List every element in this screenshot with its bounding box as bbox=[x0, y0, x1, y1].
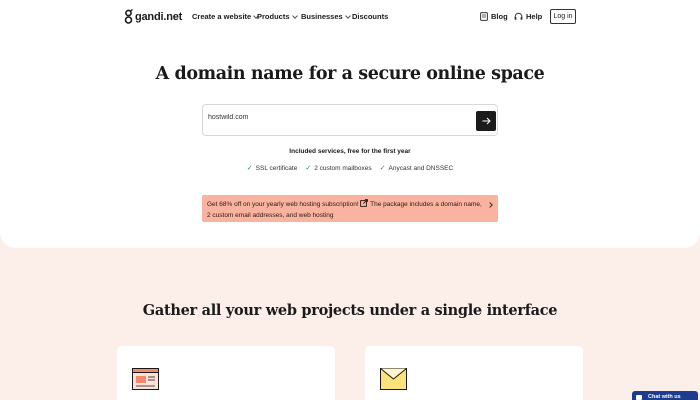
nav-create-website-label: Create a website bbox=[192, 12, 252, 21]
chevron-down-icon bbox=[344, 12, 351, 19]
external-link-icon bbox=[360, 199, 369, 207]
envelope-icon bbox=[380, 368, 407, 390]
check-icon: ✓ bbox=[305, 165, 312, 172]
nav-create-website[interactable]: Create a website bbox=[192, 12, 260, 21]
search-submit-button[interactable] bbox=[476, 111, 496, 131]
feature-card[interactable] bbox=[365, 346, 583, 400]
chat-label: Chat with us bbox=[648, 394, 681, 400]
chat-with-us-button[interactable]: Chat with us bbox=[632, 391, 698, 400]
service-item: ✓ Anycast and DNSSEC bbox=[379, 164, 454, 173]
blog-icon bbox=[480, 12, 488, 21]
nav-discounts[interactable]: Discounts bbox=[352, 12, 388, 21]
gandi-logo-icon bbox=[124, 9, 133, 24]
chat-bubble-icon bbox=[636, 394, 642, 400]
promo-headline: Get 68% off on your yearly web hosting s… bbox=[207, 201, 359, 208]
section-title: Gather all your web projects under a sin… bbox=[142, 302, 558, 319]
headset-icon bbox=[514, 12, 523, 20]
service-item: ✓ 2 custom mailboxes bbox=[305, 164, 372, 173]
help-link[interactable]: Help bbox=[514, 12, 542, 21]
page-title: A domain name for a secure online space bbox=[155, 64, 545, 84]
promo-text: Get 68% off on your yearly web hosting s… bbox=[207, 199, 483, 221]
nav-businesses[interactable]: Businesses bbox=[301, 12, 351, 21]
browser-window-icon bbox=[132, 368, 159, 390]
hero-panel: gandi.net Create a website Products Busi… bbox=[0, 0, 700, 248]
login-button[interactable]: Log in bbox=[550, 9, 576, 24]
included-services-heading: Included services, free for the first ye… bbox=[289, 148, 411, 155]
service-label: SSL certificate bbox=[255, 164, 298, 172]
logo[interactable]: gandi.net bbox=[124, 9, 182, 25]
chevron-right-icon bbox=[487, 202, 493, 208]
top-navigation: gandi.net Create a website Products Busi… bbox=[0, 0, 700, 34]
blog-label: Blog bbox=[491, 12, 508, 21]
service-label: Anycast and DNSSEC bbox=[388, 164, 454, 172]
nav-products[interactable]: Products bbox=[257, 12, 298, 21]
blog-link[interactable]: Blog bbox=[480, 12, 508, 21]
service-item: ✓ SSL certificate bbox=[246, 164, 298, 173]
service-label: 2 custom mailboxes bbox=[314, 164, 372, 172]
nav-businesses-label: Businesses bbox=[301, 12, 343, 21]
domain-search-input[interactable] bbox=[208, 114, 468, 121]
promo-banner[interactable]: Get 68% off on your yearly web hosting s… bbox=[202, 195, 498, 222]
chevron-down-icon bbox=[291, 12, 298, 19]
check-icon: ✓ bbox=[246, 165, 253, 172]
logo-text: gandi.net bbox=[135, 11, 183, 23]
arrow-right-icon bbox=[482, 117, 491, 125]
help-label: Help bbox=[526, 12, 543, 21]
nav-discounts-label: Discounts bbox=[352, 12, 389, 21]
nav-products-label: Products bbox=[257, 12, 290, 21]
feature-card[interactable] bbox=[117, 346, 335, 400]
included-services-list: ✓ SSL certificate ✓ 2 custom mailboxes ✓… bbox=[0, 164, 700, 173]
check-icon: ✓ bbox=[379, 165, 386, 172]
domain-search-box bbox=[202, 104, 498, 136]
